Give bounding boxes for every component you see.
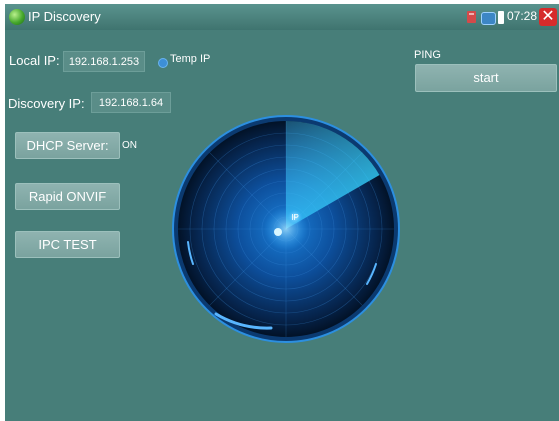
title-bar: IP Discovery 07:28 ✕ bbox=[5, 4, 559, 30]
window-title: IP Discovery bbox=[28, 9, 101, 24]
app-logo-icon bbox=[9, 9, 25, 25]
radar-display: IP bbox=[172, 115, 400, 343]
close-button[interactable]: ✕ bbox=[539, 8, 557, 26]
ipc-test-button[interactable]: IPC TEST bbox=[15, 231, 120, 258]
app-window: IP Discovery 07:28 ✕ Local IP: 192.168.1… bbox=[5, 4, 559, 421]
sd-card-icon bbox=[467, 11, 476, 23]
dhcp-server-button[interactable]: DHCP Server: bbox=[15, 132, 120, 159]
clock-time: 07:28 bbox=[507, 9, 538, 23]
radar-center-label: IP bbox=[291, 213, 299, 222]
discovery-ip-field[interactable]: 192.168.1.64 bbox=[91, 92, 171, 113]
battery-icon bbox=[498, 11, 504, 24]
ping-label: PING bbox=[414, 49, 441, 61]
rapid-onvif-button[interactable]: Rapid ONVIF bbox=[15, 183, 120, 210]
network-icon bbox=[481, 12, 496, 25]
local-ip-field[interactable]: 192.168.1.253 bbox=[63, 51, 145, 72]
radar-center-dot bbox=[274, 228, 282, 236]
discovery-ip-label: Discovery IP: bbox=[8, 96, 85, 111]
temp-ip-radio[interactable] bbox=[158, 58, 168, 68]
temp-ip-label: Temp IP bbox=[170, 53, 211, 65]
ping-start-button[interactable]: start bbox=[415, 64, 557, 92]
local-ip-label: Local IP: bbox=[9, 53, 60, 68]
dhcp-status: ON bbox=[122, 140, 137, 151]
